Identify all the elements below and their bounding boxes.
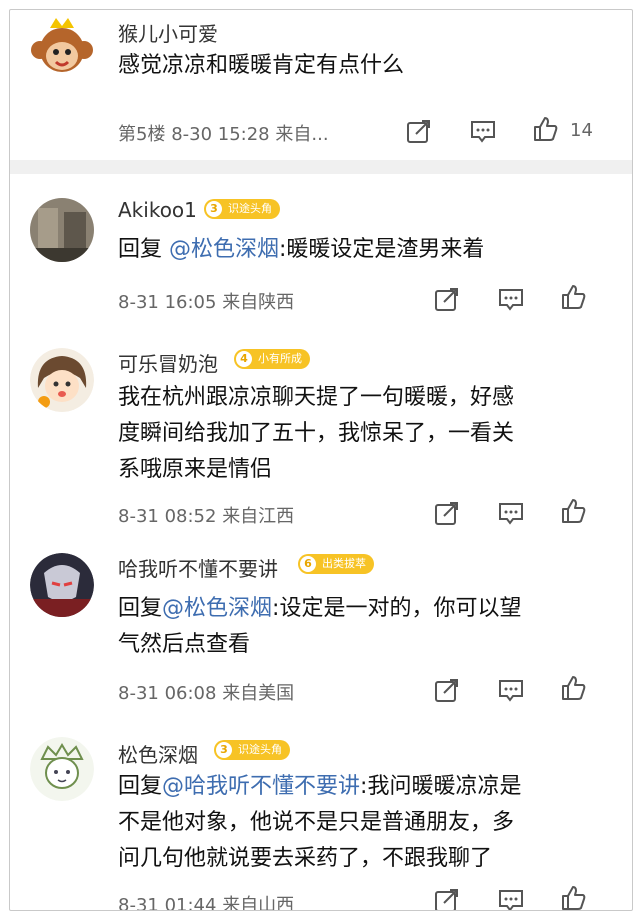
badge-title: 识途头角 xyxy=(238,743,282,756)
share-icon[interactable] xyxy=(434,677,460,703)
comment-thread: 猴儿小可爱 感觉凉凉和暖暖肯定有点什么 第5楼 8-30 15:28 来自...… xyxy=(9,9,633,911)
level-badge: 6 出类拔萃 xyxy=(298,554,374,574)
avatar[interactable] xyxy=(30,553,94,617)
text-line: :我问暖暖凉凉是 xyxy=(360,774,522,799)
reply-prefix: 回复 xyxy=(118,237,169,262)
username[interactable]: 可乐冒奶泡 xyxy=(118,348,218,377)
badge-title: 小有所成 xyxy=(258,352,302,365)
comment-text: 回复@哈我听不懂不要讲:我问暖暖凉凉是 不是他对象，他说不是只是普通朋友，多 问… xyxy=(118,769,598,877)
text-line: 问几句他就说要去采药了，不跟我聊了 xyxy=(118,846,493,871)
comment-meta: 第5楼 8-30 15:28 来自... xyxy=(118,120,329,146)
badge-title: 识途头角 xyxy=(228,202,272,215)
text-line: 不是他对象，他说不是只是普通朋友，多 xyxy=(118,810,515,835)
mention-link[interactable]: @松色深烟 xyxy=(162,596,272,621)
comment-text: 感觉凉凉和暖暖肯定有点什么 xyxy=(118,53,405,78)
source-label: 来自陕西 xyxy=(222,292,295,313)
comment-text: 回复@松色深烟:设定是一对的，你可以望 气然后点查看 xyxy=(118,591,598,663)
source-label: 来自山西 xyxy=(222,895,295,911)
comment-meta: 8-31 01:44 来自山西 xyxy=(118,891,295,911)
username[interactable]: Akikoo1 xyxy=(118,198,197,222)
share-icon[interactable] xyxy=(406,118,432,144)
avatar[interactable] xyxy=(30,737,94,801)
badge-level: 4 xyxy=(236,351,252,367)
level-badge: 3 识途头角 xyxy=(204,199,280,219)
level-badge: 4 小有所成 xyxy=(234,349,310,369)
section-divider xyxy=(10,160,632,174)
reply-prefix: 回复 xyxy=(118,596,163,621)
thumbs-up-icon[interactable] xyxy=(532,116,558,142)
comment-meta: 8-31 08:52 来自江西 xyxy=(118,502,294,528)
text-line: 系哦原来是情侣 xyxy=(118,457,273,482)
source-label: 来自江西 xyxy=(222,506,295,527)
source-label: 来自... xyxy=(275,124,329,145)
comment-text: 回复 @松色深烟:暖暖设定是渣男来着 xyxy=(118,232,598,268)
comment-text: 我在杭州跟凉凉聊天提了一句暖暖，好感 度瞬间给我加了五十，我惊呆了，一看关 系哦… xyxy=(118,380,598,488)
reply-item: Akikoo1 3 识途头角 回复 @松色深烟:暖暖设定是渣男来着 8-31 1… xyxy=(10,180,632,330)
thumbs-up-icon[interactable] xyxy=(560,675,586,701)
timestamp: 8-31 06:08 xyxy=(118,683,217,704)
badge-title: 出类拔萃 xyxy=(322,557,366,570)
comment-icon[interactable] xyxy=(470,118,496,144)
avatar[interactable] xyxy=(30,16,94,80)
username[interactable]: 松色深烟 xyxy=(118,739,198,768)
reply-prefix: 回复 xyxy=(118,774,163,799)
source-label: 来自美国 xyxy=(222,683,295,704)
level-badge: 3 识途头角 xyxy=(214,740,290,760)
floor-number: 第5楼 xyxy=(118,124,166,145)
username[interactable]: 哈我听不懂不要讲 xyxy=(118,553,278,582)
comment-icon[interactable] xyxy=(498,500,524,526)
comment-icon[interactable] xyxy=(498,677,524,703)
username[interactable]: 猴儿小可爱 xyxy=(118,18,218,47)
comment-icon[interactable] xyxy=(498,887,524,910)
timestamp: 8-31 16:05 xyxy=(118,292,217,313)
comment-icon[interactable] xyxy=(498,286,524,312)
timestamp: 8-31 01:44 xyxy=(118,895,217,911)
reply-item: 可乐冒奶泡 4 小有所成 我在杭州跟凉凉聊天提了一句暖暖，好感 度瞬间给我加了五… xyxy=(10,330,632,535)
text-line: 我在杭州跟凉凉聊天提了一句暖暖，好感 xyxy=(118,385,515,410)
avatar[interactable] xyxy=(30,348,94,412)
text-line: 度瞬间给我加了五十，我惊呆了，一看关 xyxy=(118,421,515,446)
text-line: 气然后点查看 xyxy=(118,632,251,657)
comment-meta: 8-31 06:08 来自美国 xyxy=(118,679,294,705)
share-icon[interactable] xyxy=(434,500,460,526)
timestamp: 8-30 15:28 xyxy=(171,124,270,145)
thumbs-up-icon[interactable] xyxy=(560,284,586,310)
badge-level: 6 xyxy=(300,556,316,572)
comment-meta: 8-31 16:05 来自陕西 xyxy=(118,288,294,314)
reply-item: 哈我听不懂不要讲 6 出类拔萃 回复@松色深烟:设定是一对的，你可以望 气然后点… xyxy=(10,535,632,715)
thumbs-up-icon[interactable] xyxy=(560,885,586,910)
badge-level: 3 xyxy=(216,742,232,758)
share-icon[interactable] xyxy=(434,286,460,312)
share-icon[interactable] xyxy=(434,887,460,910)
thumbs-up-icon[interactable] xyxy=(560,498,586,524)
main-post: 猴儿小可爱 感觉凉凉和暖暖肯定有点什么 第5楼 8-30 15:28 来自...… xyxy=(10,10,632,160)
text-line: :设定是一对的，你可以望 xyxy=(272,596,522,621)
text-line: :暖暖设定是渣男来着 xyxy=(279,237,485,262)
mention-link[interactable]: @哈我听不懂不要讲 xyxy=(162,774,360,799)
avatar[interactable] xyxy=(30,198,94,262)
timestamp: 8-31 08:52 xyxy=(118,506,217,527)
mention-link[interactable]: @松色深烟 xyxy=(169,237,279,262)
badge-level: 3 xyxy=(206,201,222,217)
like-count: 14 xyxy=(570,120,593,141)
reply-item: 松色深烟 3 识途头角 回复@哈我听不懂不要讲:我问暖暖凉凉是 不是他对象，他说… xyxy=(10,715,632,910)
